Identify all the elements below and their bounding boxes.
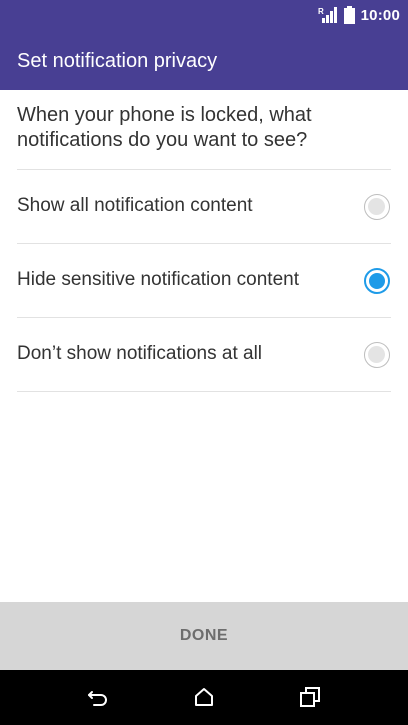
roaming-signal-icon: R (318, 6, 338, 24)
page-title: Set notification privacy (17, 50, 218, 72)
radio-button-selected[interactable] (364, 268, 390, 294)
option-label: Show all notification content (17, 195, 253, 216)
radio-button-unselected[interactable] (364, 342, 390, 368)
recents-icon[interactable] (298, 685, 322, 709)
navigation-bar (0, 670, 408, 725)
done-button[interactable]: DONE (0, 602, 408, 670)
battery-icon (343, 6, 355, 24)
status-icons: R 10:00 (318, 5, 400, 25)
status-time: 10:00 (360, 6, 400, 24)
option-show-all[interactable]: Show all notification content (0, 170, 408, 243)
option-label: Don’t show notifications at all (17, 343, 263, 364)
svg-text:R: R (318, 7, 324, 16)
radio-button-unselected[interactable] (364, 194, 390, 220)
option-dont-show[interactable]: Don’t show notifications at all (0, 318, 408, 391)
back-icon[interactable] (86, 685, 110, 709)
option-label: Hide sensitive notification content (17, 269, 299, 290)
prompt-text: When your phone is locked, what notifica… (17, 104, 312, 151)
app-bar: Set notification privacy (0, 30, 408, 90)
divider (17, 391, 391, 392)
status-bar: R 10:00 (0, 0, 408, 30)
done-button-label: DONE (179, 627, 229, 644)
option-hide-sensitive[interactable]: Hide sensitive notification content (0, 244, 408, 317)
screen: R 10:00 Set notification privacy When yo… (0, 0, 408, 725)
home-icon[interactable] (192, 685, 216, 709)
